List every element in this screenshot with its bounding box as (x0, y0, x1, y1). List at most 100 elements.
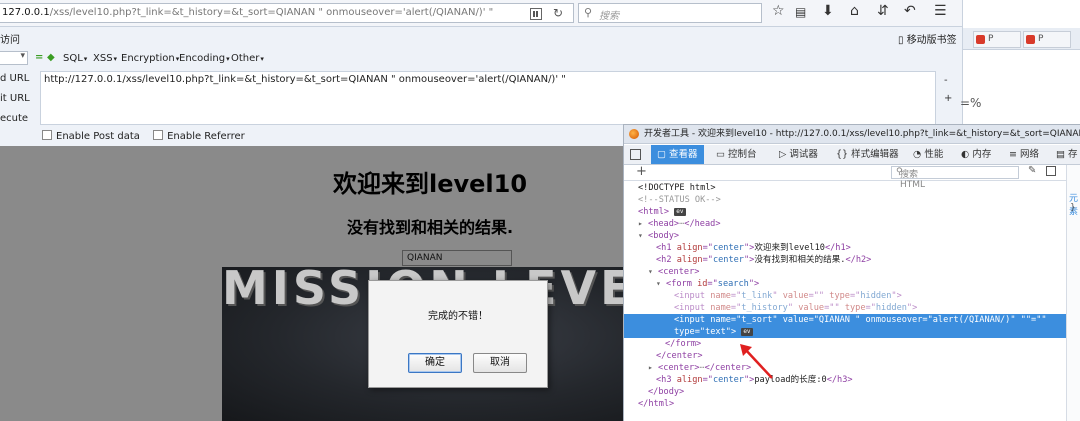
tree-node-html-close[interactable]: </html> (624, 398, 1066, 410)
alert-message: 完成的不错！ (428, 311, 488, 322)
qr-code-icon[interactable] (530, 8, 542, 20)
search-input-value: QIANAN (407, 253, 443, 263)
side-tab[interactable]: P (1023, 31, 1071, 48)
hackbar-expand-button[interactable]: + (944, 93, 952, 104)
tree-node-h2[interactable]: <h2 align="center">没有找到和相关的结果.</h2> (624, 254, 1066, 266)
tree-node-center[interactable]: ▾ <center> (624, 266, 1066, 278)
devtools-titlebar: 开发者工具 - 欢迎来到level10 - http://127.0.0.1/x… (624, 125, 1080, 144)
tree-node-comment[interactable]: <!--STATUS OK--> (624, 194, 1066, 206)
html-search-input[interactable]: ⚲ 搜索 HTML (891, 166, 1019, 190)
extension-icon[interactable]: ⇵ (877, 3, 889, 19)
center-tag: center (663, 267, 695, 277)
tree-node-head[interactable]: ▸ <head>⋯</head> (624, 218, 1066, 230)
expand-arrow-icon[interactable]: ▸ (648, 363, 653, 372)
tree-node-input-sort-cont[interactable]: type="text"> ev (624, 326, 1066, 338)
undo-icon[interactable]: ↶ (904, 3, 916, 19)
tab-performance[interactable]: ◔ 性能 (913, 145, 943, 164)
referrer-checkbox[interactable]: Enable Referrer (153, 130, 245, 142)
hackbar-menu-other[interactable]: Other (231, 53, 264, 64)
input3-value: QIANAN " onmouseover="alert(/QIANAN/)" "… (818, 315, 1047, 325)
side-tab[interactable]: P (973, 31, 1021, 48)
annotation-arrow-icon (740, 344, 773, 379)
comment-text: <!--STATUS OK--> (638, 195, 721, 205)
collapse-arrow-icon[interactable]: ▾ (656, 279, 661, 288)
hackbar-equal-icon[interactable]: = (35, 52, 43, 63)
collapse-arrow-icon[interactable]: ▾ (638, 231, 643, 240)
event-badge[interactable]: ev (741, 328, 753, 336)
hackbar-select[interactable] (0, 51, 28, 65)
tree-node-input-history[interactable]: <input name="t_history" value="" type="h… (624, 302, 1066, 314)
hackbar-menu-xss[interactable]: XSS (93, 53, 117, 64)
search-bar[interactable]: ⚲ 搜索 (578, 3, 762, 23)
panel-toggle-icon[interactable] (1046, 166, 1056, 176)
home-icon[interactable]: ⌂ (850, 3, 859, 19)
split-url-button[interactable]: it URL (0, 93, 30, 104)
tree-node-form-close[interactable]: </form> (624, 338, 1066, 350)
hackbar-circle-icon[interactable]: ◆ (47, 52, 55, 63)
hackbar-menu-row: = ◆ SQL XSS Encryption Encoding Other (0, 50, 962, 68)
post-data-checkbox[interactable]: Enable Post data (42, 130, 140, 142)
tab-debugger[interactable]: ▷ 调试器 (779, 145, 818, 164)
tree-node-doctype[interactable]: <!DOCTYPE html> (624, 182, 1066, 194)
url-text[interactable]: 127.0.0.1/xss/level10.php?t_link=&t_hist… (2, 7, 493, 18)
referrer-checkbox-box[interactable] (153, 130, 164, 140)
tab-console-label: 控制台 (728, 149, 757, 160)
tree-node-html[interactable]: <html> ev (624, 206, 1066, 218)
load-url-button[interactable]: d URL (0, 73, 29, 84)
search-input[interactable]: QIANAN (402, 250, 512, 266)
element-picker-icon[interactable] (630, 149, 641, 160)
cancel-button[interactable]: 取消 (473, 353, 527, 373)
reload-icon[interactable]: ↻ (553, 6, 563, 20)
tree-node-center-2[interactable]: ▸ <center>⋯</center> (624, 362, 1066, 374)
hackbar-shrink-button[interactable]: - (944, 75, 948, 86)
tree-node-h3[interactable]: <h3 align="center">payload的长度:0</h3> (624, 374, 1066, 386)
tree-node-input-link[interactable]: <input name="t_link" value="" type="hidd… (624, 290, 1066, 302)
collapse-arrow-icon[interactable]: ▾ (648, 267, 653, 276)
hackbar-url-value: http://127.0.0.1/xss/level10.php?t_link=… (44, 74, 566, 85)
hackbar-menu-encryption[interactable]: Encryption (121, 53, 179, 64)
tab-console[interactable]: ▭ 控制台 (716, 145, 757, 164)
devtools-window: 开发者工具 - 欢迎来到level10 - http://127.0.0.1/x… (623, 124, 1080, 421)
tree-node-form[interactable]: ▾ <form id="search"> (624, 278, 1066, 290)
tab-style-editor[interactable]: {} 样式编辑器 (836, 145, 899, 164)
tab-network[interactable]: ≡ 网络 (1009, 145, 1039, 164)
mobile-bookmarks[interactable]: ▯ 移动版书签 (898, 31, 957, 46)
eyedropper-icon[interactable]: ✎ (1028, 165, 1036, 176)
hackbar-url-textarea[interactable]: http://127.0.0.1/xss/level10.php?t_link=… (40, 71, 936, 125)
hackbar-menu-sql[interactable]: SQL (63, 53, 87, 64)
tab-storage-label: 存 (1068, 149, 1078, 160)
page-title: 欢迎来到level10 (332, 170, 528, 198)
form-id: search (717, 279, 749, 289)
tab-storage[interactable]: ▤ 存 (1056, 145, 1078, 164)
ok-button[interactable]: 确定 (408, 353, 462, 373)
bookmarks-toolbar-label[interactable]: 访问 (0, 31, 20, 46)
menu-icon[interactable]: ☰ (934, 3, 947, 19)
execute-button[interactable]: ecute (0, 113, 28, 124)
url-host: 127.0.0.1 (2, 7, 50, 18)
bookmark-star-icon[interactable]: ☆ (772, 3, 785, 19)
url-bar[interactable]: 127.0.0.1/xss/level10.php?t_link=&t_hist… (0, 3, 574, 23)
event-badge[interactable]: ev (674, 208, 686, 216)
devtools-toolbar: ▢ 查看器 ▭ 控制台 ▷ 调试器 {} 样式编辑器 ◔ 性能 ◐ 内存 ≡ 网… (624, 145, 1080, 165)
side-text-fragment: =% (960, 96, 982, 110)
bookmarks-library-icon[interactable]: ▤ (795, 5, 806, 19)
input2-type: hidden (875, 303, 907, 313)
tab-memory[interactable]: ◐ 内存 (961, 145, 991, 164)
hackbar-menu-encoding[interactable]: Encoding (179, 53, 230, 64)
alert-dialog: 完成的不错！ 确定 取消 (368, 280, 548, 388)
tab-inspector[interactable]: ▢ 查看器 (651, 145, 704, 164)
expand-arrow-icon[interactable]: ▸ (638, 219, 643, 228)
tree-node-h1[interactable]: <h1 align="center">欢迎来到level10</h1> (624, 242, 1066, 254)
h2-text: 没有找到和相关的结果. (754, 255, 846, 265)
tab-network-label: 网络 (1019, 149, 1039, 160)
search-icon: ⚲ (584, 6, 593, 19)
add-node-icon[interactable]: + (636, 164, 647, 179)
tree-node-input-sort[interactable]: <input name="t_sort" value="QIANAN " onm… (624, 314, 1066, 326)
download-icon[interactable]: ⬇ (822, 3, 834, 19)
tree-node-body[interactable]: ▾ <body> (624, 230, 1066, 242)
tree-node-center-close[interactable]: </center> (624, 350, 1066, 362)
post-data-checkbox-box[interactable] (42, 130, 52, 140)
tree-node-body-close[interactable]: </body> (624, 386, 1066, 398)
mobile-bookmarks-label: 移动版书签 (906, 35, 957, 46)
referrer-label: Enable Referrer (167, 131, 245, 142)
